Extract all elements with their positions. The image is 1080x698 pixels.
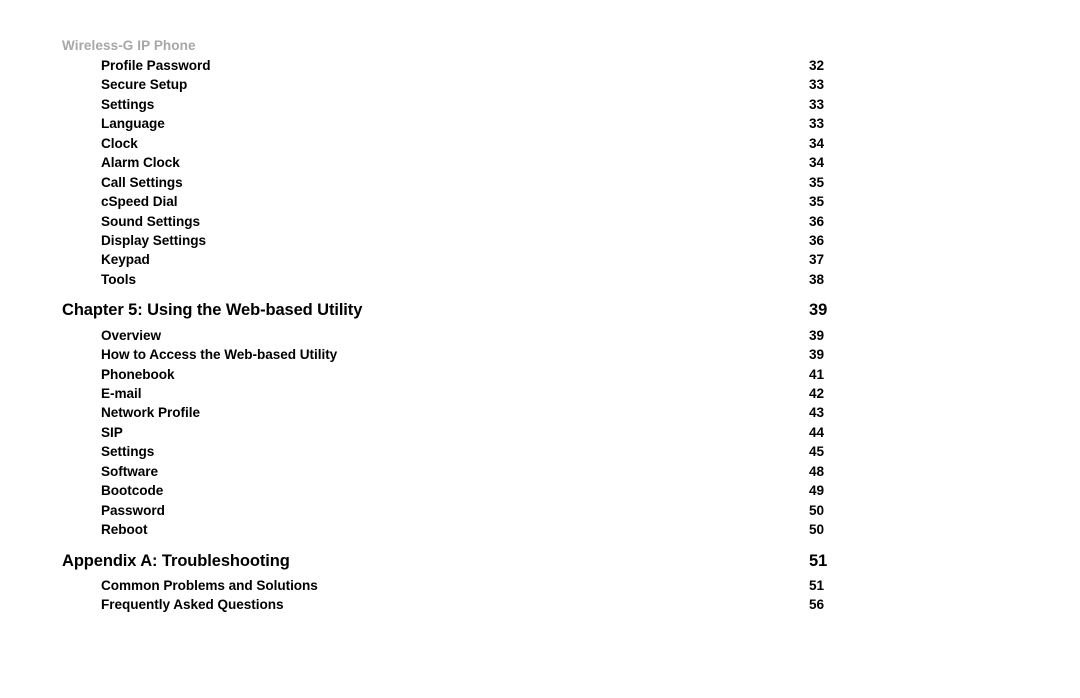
toc-entry-label: Network Profile	[101, 405, 200, 421]
document-page: Wireless-G IP Phone Profile Password 32 Se…	[0, 0, 1080, 698]
toc-row[interactable]: Clock 34	[0, 136, 1080, 155]
toc-page-number: 39	[809, 301, 828, 320]
toc-entry-label: Secure Setup	[101, 77, 188, 93]
toc-entry-label: cSpeed Dial	[101, 194, 178, 210]
toc-entry-label: Alarm Clock	[101, 155, 180, 171]
toc-page-number: 50	[809, 502, 825, 518]
toc-row[interactable]: Bootcode 49	[0, 483, 1080, 502]
toc-entry-label: SIP	[101, 424, 123, 440]
toc-entry-label: Reboot	[101, 522, 148, 538]
toc-row[interactable]: Reboot 50	[0, 522, 1080, 541]
toc-row[interactable]: Network Profile 43	[0, 405, 1080, 424]
toc-entry-label: Call Settings	[101, 174, 183, 190]
toc-row[interactable]: Password 50	[0, 503, 1080, 522]
toc-entry-label: Overview	[101, 327, 162, 343]
toc-row[interactable]: Call Settings 35	[0, 175, 1080, 194]
toc-page-number: 51	[809, 551, 828, 570]
toc-page-number: 38	[809, 271, 825, 287]
toc-entry-label: Settings	[101, 96, 155, 112]
toc-page-number: 36	[809, 213, 825, 229]
toc-page-number: 34	[809, 155, 825, 171]
toc-row[interactable]: E-mail 42	[0, 386, 1080, 405]
toc-row[interactable]: Phonebook 41	[0, 367, 1080, 386]
toc-row[interactable]: Language 33	[0, 116, 1080, 135]
toc-page-number: 35	[809, 174, 825, 190]
toc-entry-label: Password	[101, 502, 165, 518]
toc-entry-label: Phonebook	[101, 366, 175, 382]
toc-page-number: 43	[809, 405, 825, 421]
toc-page-number: 32	[809, 58, 825, 73]
toc-page-number: 50	[809, 522, 825, 538]
toc-entry-label: Sound Settings	[101, 213, 200, 229]
toc-page-number: 41	[809, 366, 825, 382]
toc-row[interactable]: How to Access the Web-based Utility 39	[0, 347, 1080, 366]
toc-row[interactable]: Chapter 5: Using the Web-based Utility 39	[0, 301, 1080, 323]
toc-row[interactable]: Overview 39	[0, 328, 1080, 347]
toc-entry-label: Tools	[101, 271, 136, 287]
toc-row[interactable]: Sound Settings 36	[0, 214, 1080, 233]
toc-page-number: 39	[809, 347, 825, 363]
toc-row[interactable]: Appendix A: Troubleshooting 51	[0, 551, 1080, 574]
toc-page-number: 33	[809, 116, 825, 132]
toc-page-number: 33	[809, 96, 825, 112]
toc-page-number: 45	[809, 444, 825, 460]
toc-page-number: 42	[809, 386, 825, 401]
toc-entry-label: Software	[101, 463, 159, 479]
toc-row[interactable]: Tools 38	[0, 272, 1080, 291]
toc-page-number: 37	[809, 252, 825, 268]
toc-row[interactable]: Profile Password 32	[0, 58, 1080, 77]
toc-entry-label: Settings	[101, 444, 155, 460]
toc-entry-label: Common Problems and Solutions	[101, 577, 318, 593]
toc-row[interactable]: Settings 33	[0, 97, 1080, 116]
toc-row[interactable]: Keypad 37	[0, 252, 1080, 271]
toc-page-number: 48	[809, 463, 825, 479]
toc-entry-label: E-mail	[101, 386, 142, 401]
toc-row[interactable]: Display Settings 36	[0, 233, 1080, 252]
toc-page-number: 33	[809, 77, 825, 93]
toc-row[interactable]: Secure Setup 33	[0, 77, 1080, 96]
toc-row[interactable]: Alarm Clock 34	[0, 155, 1080, 174]
toc-page-number: 44	[809, 424, 825, 440]
toc-row[interactable]: Settings 45	[0, 444, 1080, 463]
toc-entry-label: Profile Password	[101, 58, 211, 73]
toc-entry-label: Language	[101, 116, 165, 132]
toc-row[interactable]: Software 48	[0, 464, 1080, 483]
toc-page-number: 39	[809, 327, 825, 343]
toc-row[interactable]: Common Problems and Solutions 51	[0, 578, 1080, 597]
toc-chapter-label: Appendix A: Troubleshooting	[62, 551, 290, 570]
toc-page-number: 34	[809, 135, 825, 151]
toc-page-number: 36	[809, 232, 825, 248]
toc-entry-label: Display Settings	[101, 232, 206, 248]
toc-entry-label: Keypad	[101, 252, 150, 268]
toc-page-number: 56	[809, 597, 825, 613]
toc-page-number: 51	[809, 577, 825, 593]
table-of-contents: Profile Password 32 Secure Setup 33 Settings…	[0, 58, 1080, 617]
toc-entry-label: Clock	[101, 135, 138, 151]
toc-entry-label: Bootcode	[101, 483, 164, 499]
toc-entry-label: Frequently Asked Questions	[101, 597, 284, 613]
toc-entry-label: How to Access the Web-based Utility	[101, 347, 338, 363]
toc-row[interactable]: SIP 44	[0, 425, 1080, 444]
running-header: Wireless-G IP Phone	[62, 38, 196, 53]
toc-page-number: 35	[809, 194, 825, 210]
toc-row[interactable]: cSpeed Dial 35	[0, 194, 1080, 213]
toc-row[interactable]: Frequently Asked Questions 56	[0, 597, 1080, 616]
toc-chapter-label: Chapter 5: Using the Web-based Utility	[62, 301, 363, 320]
toc-page-number: 49	[809, 483, 825, 499]
